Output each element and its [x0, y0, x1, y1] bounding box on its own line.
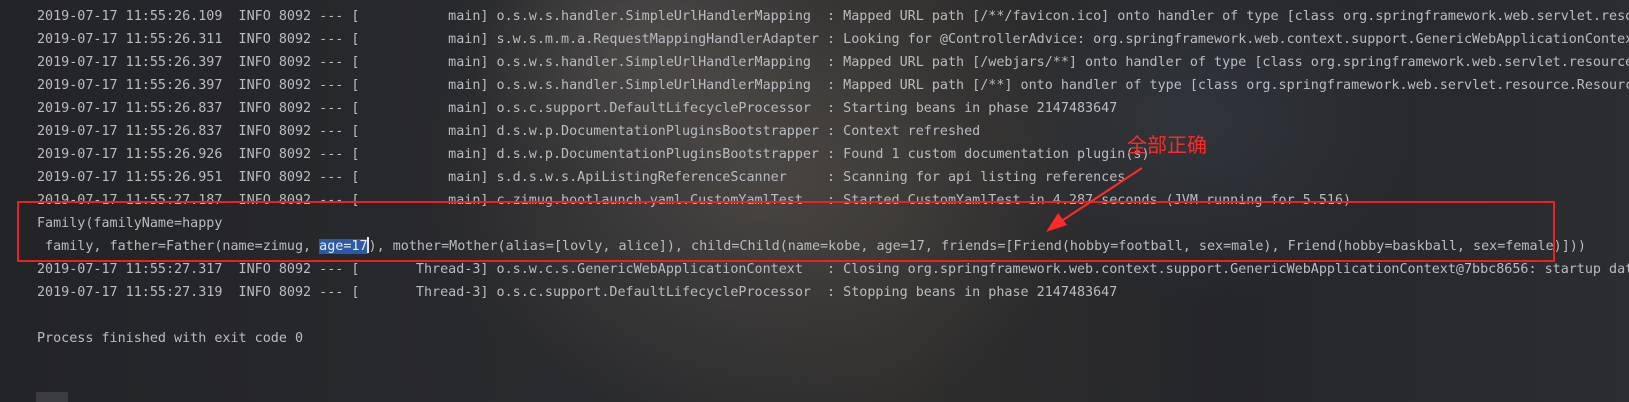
log-line: 2019-07-17 11:55:26.926 INFO 8092 --- [ … — [37, 147, 1150, 162]
process-exit-message: Process finished with exit code 0 — [37, 331, 304, 346]
log-line: 2019-07-17 11:55:26.837 INFO 8092 --- [ … — [37, 124, 981, 139]
log-line: 2019-07-17 11:55:26.397 INFO 8092 --- [ … — [37, 78, 1629, 93]
log-line: 2019-07-17 11:55:26.397 INFO 8092 --- [ … — [37, 55, 1629, 70]
log-line: 2019-07-17 11:55:26.951 INFO 8092 --- [ … — [37, 170, 1126, 185]
annotation-label: 全部正确 — [1127, 133, 1207, 157]
log-line: 2019-07-17 11:55:26.109 INFO 8092 --- [ … — [37, 9, 1629, 24]
console-gutter-marker — [36, 392, 68, 402]
log-line: 2019-07-17 11:55:27.319 INFO 8092 --- [ … — [37, 285, 1118, 300]
log-line: 2019-07-17 11:55:26.311 INFO 8092 --- [ … — [37, 32, 1629, 47]
log-line: 2019-07-17 11:55:26.837 INFO 8092 --- [ … — [37, 101, 1118, 116]
highlight-box-annotation — [17, 201, 1555, 262]
log-line: 2019-07-17 11:55:27.317 INFO 8092 --- [ … — [37, 262, 1629, 277]
